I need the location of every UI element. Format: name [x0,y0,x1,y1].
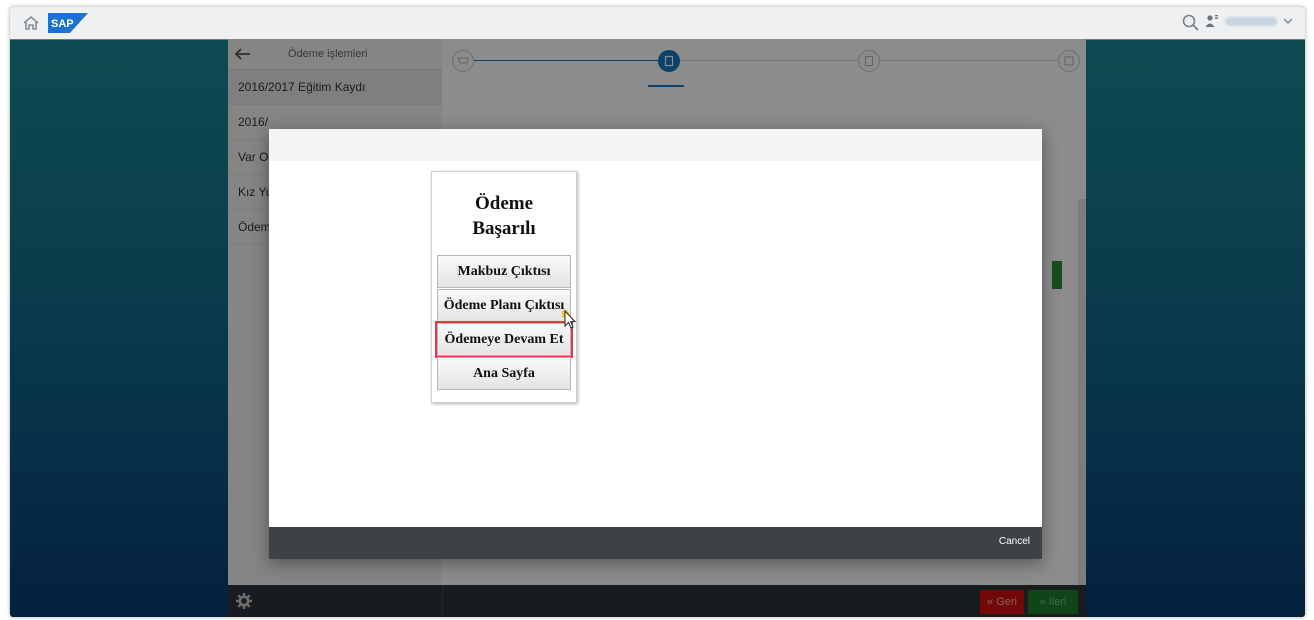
modal-backdrop: Ödeme Başarılı Makbuz Çıktısı Ödeme Plan… [10,39,1305,617]
payment-plan-print-button[interactable]: Ödeme Planı Çıktısı [437,289,571,322]
app-window: SAP Ödeme işlemleri 2016/2017 Eğitim Kay… [10,7,1305,617]
sap-logo-text: SAP [51,18,74,30]
continue-payment-button[interactable]: Ödemeye Devam Et [435,321,573,358]
card-title-line: Ödeme [474,193,534,214]
dialog-footer: Cancel [269,527,1042,559]
payment-success-title: Ödeme Başarılı [432,191,576,241]
shell-bar: SAP [10,7,1305,40]
user-icon [1205,15,1218,27]
user-menu[interactable] [1205,14,1293,28]
cancel-button[interactable]: Cancel [999,536,1030,547]
mouse-pointer-icon [562,310,577,329]
receipt-print-button[interactable]: Makbuz Çıktısı [437,255,571,288]
chevron-down-icon [1283,18,1293,24]
search-icon[interactable] [1181,13,1201,33]
dialog-header [269,129,1042,162]
home-icon[interactable] [22,14,40,32]
payment-result-dialog: Ödeme Başarılı Makbuz Çıktısı Ödeme Plan… [269,129,1042,559]
card-title-line: Başarılı [472,218,536,239]
dialog-content: Ödeme Başarılı Makbuz Çıktısı Ödeme Plan… [269,161,1042,527]
user-name-redacted [1225,16,1277,26]
sap-logo-icon[interactable]: SAP [48,13,88,33]
home-page-button[interactable]: Ana Sayfa [437,357,571,390]
payment-success-card: Ödeme Başarılı Makbuz Çıktısı Ödeme Plan… [431,171,577,403]
